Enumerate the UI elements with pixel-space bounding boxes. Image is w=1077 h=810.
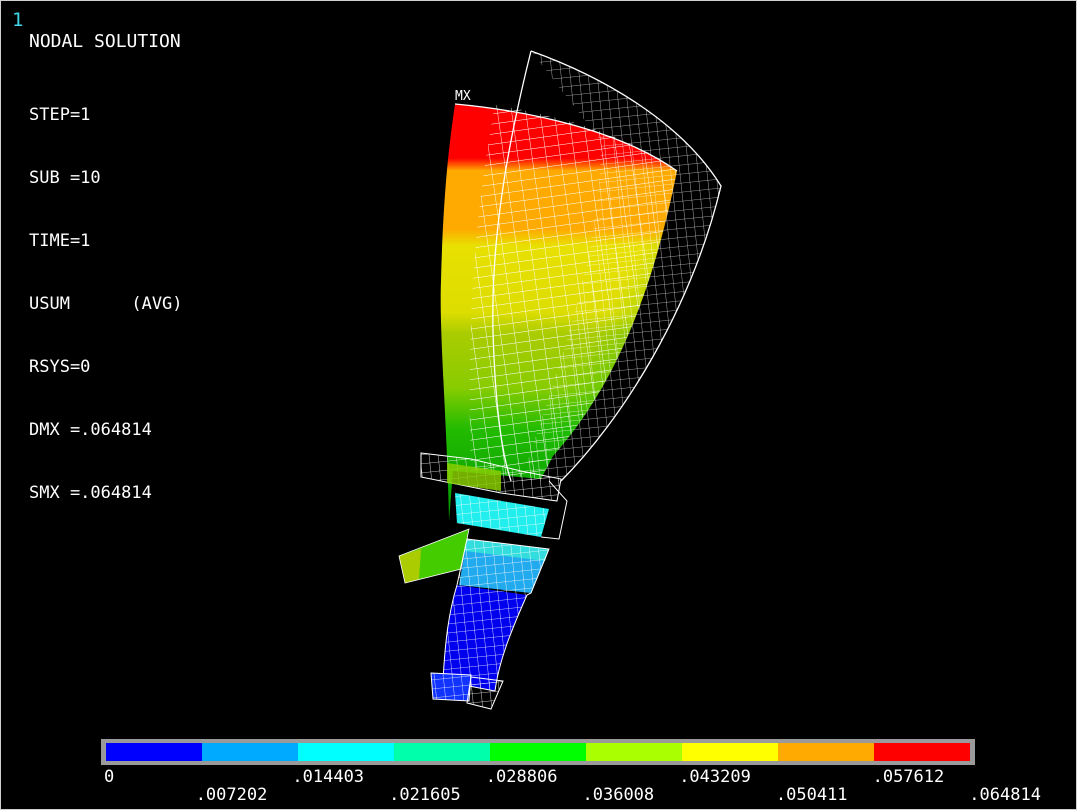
legend-tick-label: .036008 bbox=[582, 785, 655, 805]
foot-block-left-mesh bbox=[430, 672, 472, 702]
legend-tick-label: .028806 bbox=[485, 767, 558, 787]
legend-tick-label: 0 bbox=[104, 767, 115, 787]
legend-band bbox=[298, 743, 394, 761]
legend-band bbox=[874, 743, 970, 761]
legend-tick-label: .014403 bbox=[292, 767, 365, 787]
legend-tick-label: .057612 bbox=[872, 767, 945, 787]
legend-tick-label: .050411 bbox=[775, 785, 848, 805]
legend-band bbox=[394, 743, 490, 761]
contour-legend bbox=[101, 739, 975, 765]
graphics-viewport[interactable]: 1 NODAL SOLUTION STEP=1 SUB =10 TIME=1 U… bbox=[0, 0, 1077, 810]
legend-color-bar bbox=[106, 743, 970, 761]
legend-tick-label: .064814 bbox=[969, 785, 1041, 805]
legend-band bbox=[490, 743, 586, 761]
foot-block-right bbox=[466, 676, 504, 710]
legend-band bbox=[778, 743, 874, 761]
legend-tick-label: .007202 bbox=[195, 785, 268, 805]
legend-band bbox=[202, 743, 298, 761]
legend-band bbox=[106, 743, 202, 761]
legend-band bbox=[586, 743, 682, 761]
side-lug-shade bbox=[399, 549, 421, 583]
legend-band bbox=[682, 743, 778, 761]
max-label: MX bbox=[455, 89, 471, 104]
contour-plot bbox=[398, 50, 722, 710]
legend-tick-label: .021605 bbox=[389, 785, 461, 805]
legend-tick-label: .043209 bbox=[679, 767, 751, 787]
